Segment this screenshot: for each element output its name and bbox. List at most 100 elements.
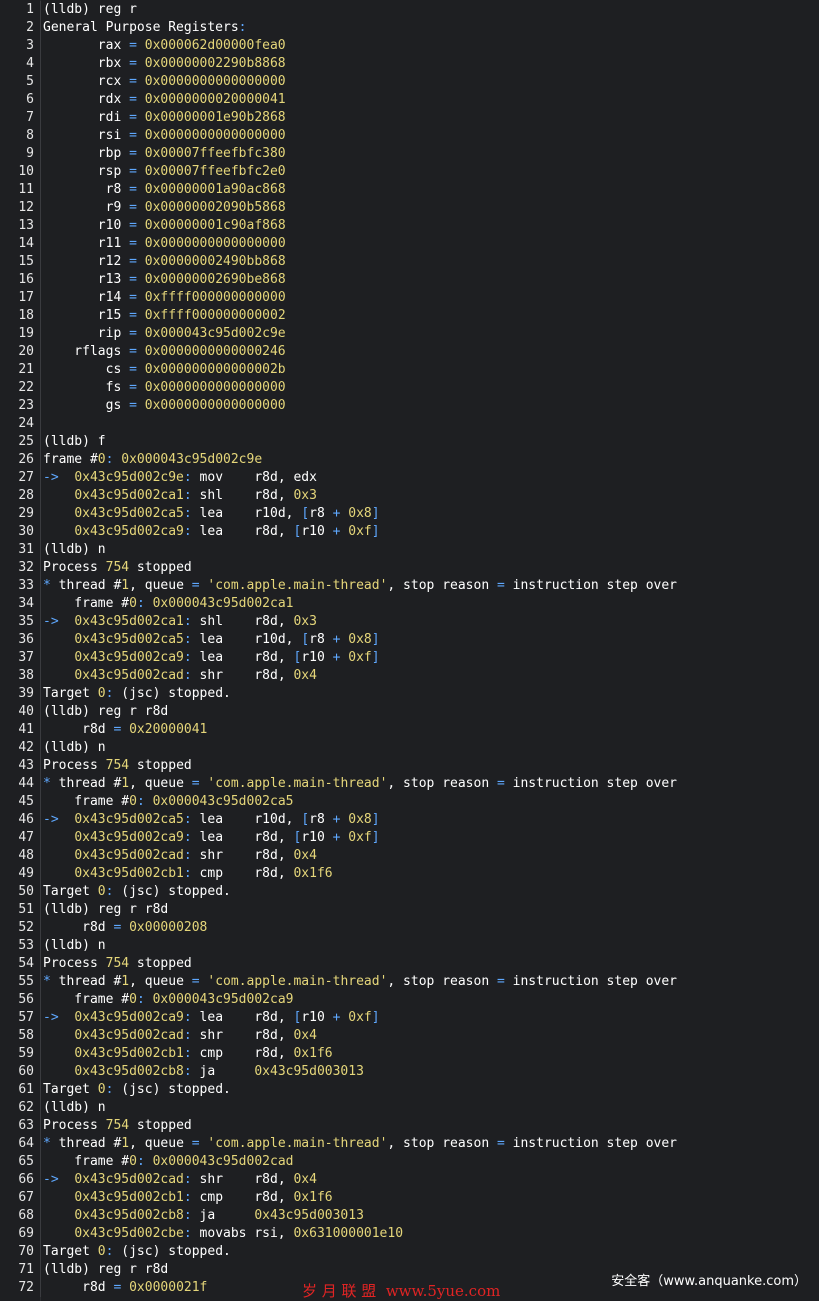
code-line: 62 (lldb) n bbox=[0, 1099, 819, 1117]
line-number: 51 bbox=[18, 902, 34, 917]
code-text: 0x43c95d002cbe: movabs rsi, 0x631000001e… bbox=[74, 1226, 404, 1241]
indent-guide bbox=[40, 757, 41, 775]
code-line: 61 Target 0: (jsc) stopped. bbox=[0, 1081, 819, 1099]
code-text: (lldb) reg r r8d bbox=[43, 902, 169, 917]
code-line: 41 r8d = 0x20000041 bbox=[0, 721, 819, 739]
code-line: 1 (lldb) reg r bbox=[0, 1, 819, 19]
code-text: r8d = 0x20000041 bbox=[43, 722, 208, 737]
code-text: Process 754 stopped bbox=[43, 560, 192, 575]
code-line: 43 Process 754 stopped bbox=[0, 757, 819, 775]
code-line: 26 frame #0: 0x000043c95d002c9e bbox=[0, 451, 819, 469]
indent-guide bbox=[40, 289, 41, 307]
line-number: 48 bbox=[18, 848, 34, 863]
code-line: 11 r8 = 0x00000001a90ac868 bbox=[0, 181, 819, 199]
line-number: 1 bbox=[26, 2, 34, 17]
line-number: 28 bbox=[18, 488, 34, 503]
code-text: -> 0x43c95d002cad: shr r8d, 0x4 bbox=[43, 1172, 317, 1187]
indent-guide bbox=[40, 235, 41, 253]
code-line: 16 r13 = 0x00000002690be868 bbox=[0, 271, 819, 289]
code-line: 8 rsi = 0x0000000000000000 bbox=[0, 127, 819, 145]
code-line: 57 -> 0x43c95d002ca9: lea r8d, [r10 + 0xf… bbox=[0, 1009, 819, 1027]
code-text: Process 754 stopped bbox=[43, 758, 192, 773]
code-text: (lldb) n bbox=[43, 740, 106, 755]
code-text: Process 754 stopped bbox=[43, 1118, 192, 1133]
code-text: r10 = 0x00000001c90af868 bbox=[43, 218, 286, 233]
line-number: 27 bbox=[18, 470, 34, 485]
line-number: 44 bbox=[18, 776, 34, 791]
line-number: 43 bbox=[18, 758, 34, 773]
code-text: r15 = 0xffff000000000002 bbox=[43, 308, 286, 323]
line-number: 65 bbox=[18, 1154, 34, 1169]
line-number: 53 bbox=[18, 938, 34, 953]
line-number: 39 bbox=[18, 686, 34, 701]
indent-guide bbox=[40, 55, 41, 73]
code-line: 45 frame #0: 0x000043c95d002ca5 bbox=[0, 793, 819, 811]
indent-guide bbox=[40, 811, 41, 829]
line-number: 61 bbox=[18, 1082, 34, 1097]
indent-guide bbox=[40, 145, 41, 163]
indent-guide bbox=[40, 919, 41, 937]
code-line: 65 frame #0: 0x000043c95d002cad bbox=[0, 1153, 819, 1171]
code-text: * thread #1, queue = 'com.apple.main-thr… bbox=[43, 1136, 677, 1151]
code-line: 29 0x43c95d002ca5: lea r10d, [r8 + 0x8] bbox=[0, 505, 819, 523]
indent-guide bbox=[40, 559, 41, 577]
code-line: 51 (lldb) reg r r8d bbox=[0, 901, 819, 919]
code-text: (lldb) n bbox=[43, 938, 106, 953]
indent-guide bbox=[40, 667, 41, 685]
line-number: 22 bbox=[18, 380, 34, 395]
indent-guide bbox=[40, 217, 41, 235]
line-number: 71 bbox=[18, 1262, 34, 1277]
code-line: 46 -> 0x43c95d002ca5: lea r10d, [r8 + 0x8… bbox=[0, 811, 819, 829]
code-text: r13 = 0x00000002690be868 bbox=[43, 272, 286, 287]
code-text: 0x43c95d002ca5: lea r10d, [r8 + 0x8] bbox=[74, 506, 380, 521]
indent-guide bbox=[40, 361, 41, 379]
code-text: Process 754 stopped bbox=[43, 956, 192, 971]
code-text: rbp = 0x00007ffeefbfc380 bbox=[43, 146, 286, 161]
code-text: (lldb) reg r bbox=[43, 2, 137, 17]
indent-guide bbox=[40, 325, 41, 343]
code-text: * thread #1, queue = 'com.apple.main-thr… bbox=[43, 578, 677, 593]
code-text: rflags = 0x0000000000000246 bbox=[43, 344, 286, 359]
indent-guide bbox=[40, 1135, 41, 1153]
code-line: 13 r10 = 0x00000001c90af868 bbox=[0, 217, 819, 235]
code-line: 63 Process 754 stopped bbox=[0, 1117, 819, 1135]
indent-guide bbox=[40, 1153, 41, 1171]
line-number: 69 bbox=[18, 1226, 34, 1241]
line-number: 21 bbox=[18, 362, 34, 377]
code-text: 0x43c95d002cb1: cmp r8d, 0x1f6 bbox=[74, 866, 333, 881]
code-line: 37 0x43c95d002ca9: lea r8d, [r10 + 0xf] bbox=[0, 649, 819, 667]
code-text: 0x43c95d002ca9: lea r8d, [r10 + 0xf] bbox=[74, 524, 380, 539]
indent-guide bbox=[40, 631, 41, 649]
line-number: 5 bbox=[26, 74, 34, 89]
code-line: 53 (lldb) n bbox=[0, 937, 819, 955]
code-text: 0x43c95d002ca1: shl r8d, 0x3 bbox=[74, 488, 317, 503]
indent-guide bbox=[40, 109, 41, 127]
indent-guide bbox=[40, 127, 41, 145]
indent-guide bbox=[40, 451, 41, 469]
line-number: 59 bbox=[18, 1046, 34, 1061]
code-text: (lldb) reg r r8d bbox=[43, 704, 169, 719]
line-number: 56 bbox=[18, 992, 34, 1007]
watermark-anquanke: 安全客（www.anquanke.com） bbox=[611, 1274, 807, 1289]
code-line: 12 r9 = 0x00000002090b5868 bbox=[0, 199, 819, 217]
code-text: Target 0: (jsc) stopped. bbox=[43, 686, 231, 701]
code-line: 54 Process 754 stopped bbox=[0, 955, 819, 973]
line-number: 72 bbox=[18, 1280, 34, 1295]
indent-guide bbox=[40, 793, 41, 811]
indent-guide bbox=[40, 271, 41, 289]
code-line: 48 0x43c95d002cad: shr r8d, 0x4 bbox=[0, 847, 819, 865]
indent-guide bbox=[40, 847, 41, 865]
code-text: gs = 0x0000000000000000 bbox=[43, 398, 286, 413]
code-line: 56 frame #0: 0x000043c95d002ca9 bbox=[0, 991, 819, 1009]
line-number: 64 bbox=[18, 1136, 34, 1151]
line-number: 26 bbox=[18, 452, 34, 467]
code-text: frame #0: 0x000043c95d002cad bbox=[43, 1154, 294, 1169]
code-text: -> 0x43c95d002ca5: lea r10d, [r8 + 0x8] bbox=[43, 812, 380, 827]
line-number: 14 bbox=[18, 236, 34, 251]
indent-guide bbox=[40, 829, 41, 847]
line-number: 29 bbox=[18, 506, 34, 521]
code-line: 24 bbox=[0, 415, 819, 433]
indent-guide bbox=[40, 541, 41, 559]
indent-guide bbox=[40, 937, 41, 955]
code-line: 27 -> 0x43c95d002c9e: mov r8d, edx bbox=[0, 469, 819, 487]
